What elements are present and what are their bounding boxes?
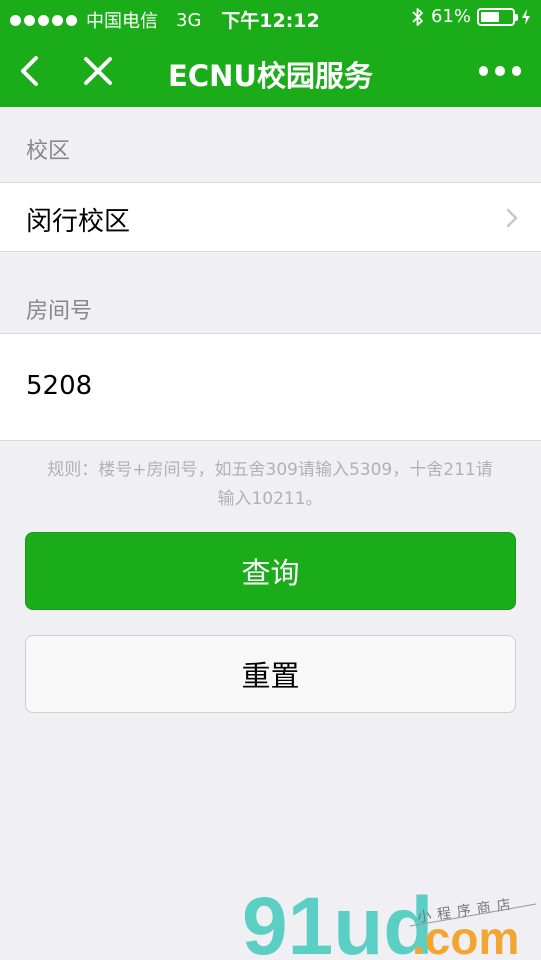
watermark-logo: 91ud .com 小程序商店 [242, 886, 537, 960]
battery-icon [477, 7, 518, 26]
chevron-right-icon [506, 208, 518, 228]
top-bar: 中国电信 3G 下午12:12 61% ECNU校园服务 [0, 0, 541, 107]
charging-icon [522, 8, 530, 25]
rule-hint-line1: 规则：楼号+房间号，如五舍309请输入5309，十舍211请 [47, 460, 493, 480]
campus-picker[interactable]: 闵行校区 [0, 182, 541, 252]
reset-button[interactable]: 重置 [25, 635, 516, 713]
room-input[interactable]: 5208 [0, 333, 541, 441]
status-bar: 中国电信 3G 下午12:12 61% [0, 0, 541, 36]
campus-value: 闵行校区 [26, 207, 131, 237]
status-right: 61% [411, 6, 531, 27]
more-icon[interactable] [479, 60, 521, 82]
battery-percent: 61% [430, 6, 471, 27]
watermark-brand: 91ud [242, 886, 433, 960]
query-button[interactable]: 查询 [25, 532, 516, 610]
page-title: ECNU校园服务 [168, 59, 373, 93]
rule-hint: 规则：楼号+房间号，如五舍309请输入5309，十舍211请 输入10211。 [20, 456, 520, 514]
navigation-bar: ECNU校园服务 [0, 36, 541, 107]
bluetooth-icon [412, 7, 423, 26]
rule-hint-line2: 输入10211。 [217, 489, 323, 509]
battery-fill [481, 11, 500, 22]
room-label: 房间号 [26, 299, 93, 324]
room-input-value: 5208 [26, 371, 93, 401]
campus-label: 校区 [26, 139, 71, 164]
